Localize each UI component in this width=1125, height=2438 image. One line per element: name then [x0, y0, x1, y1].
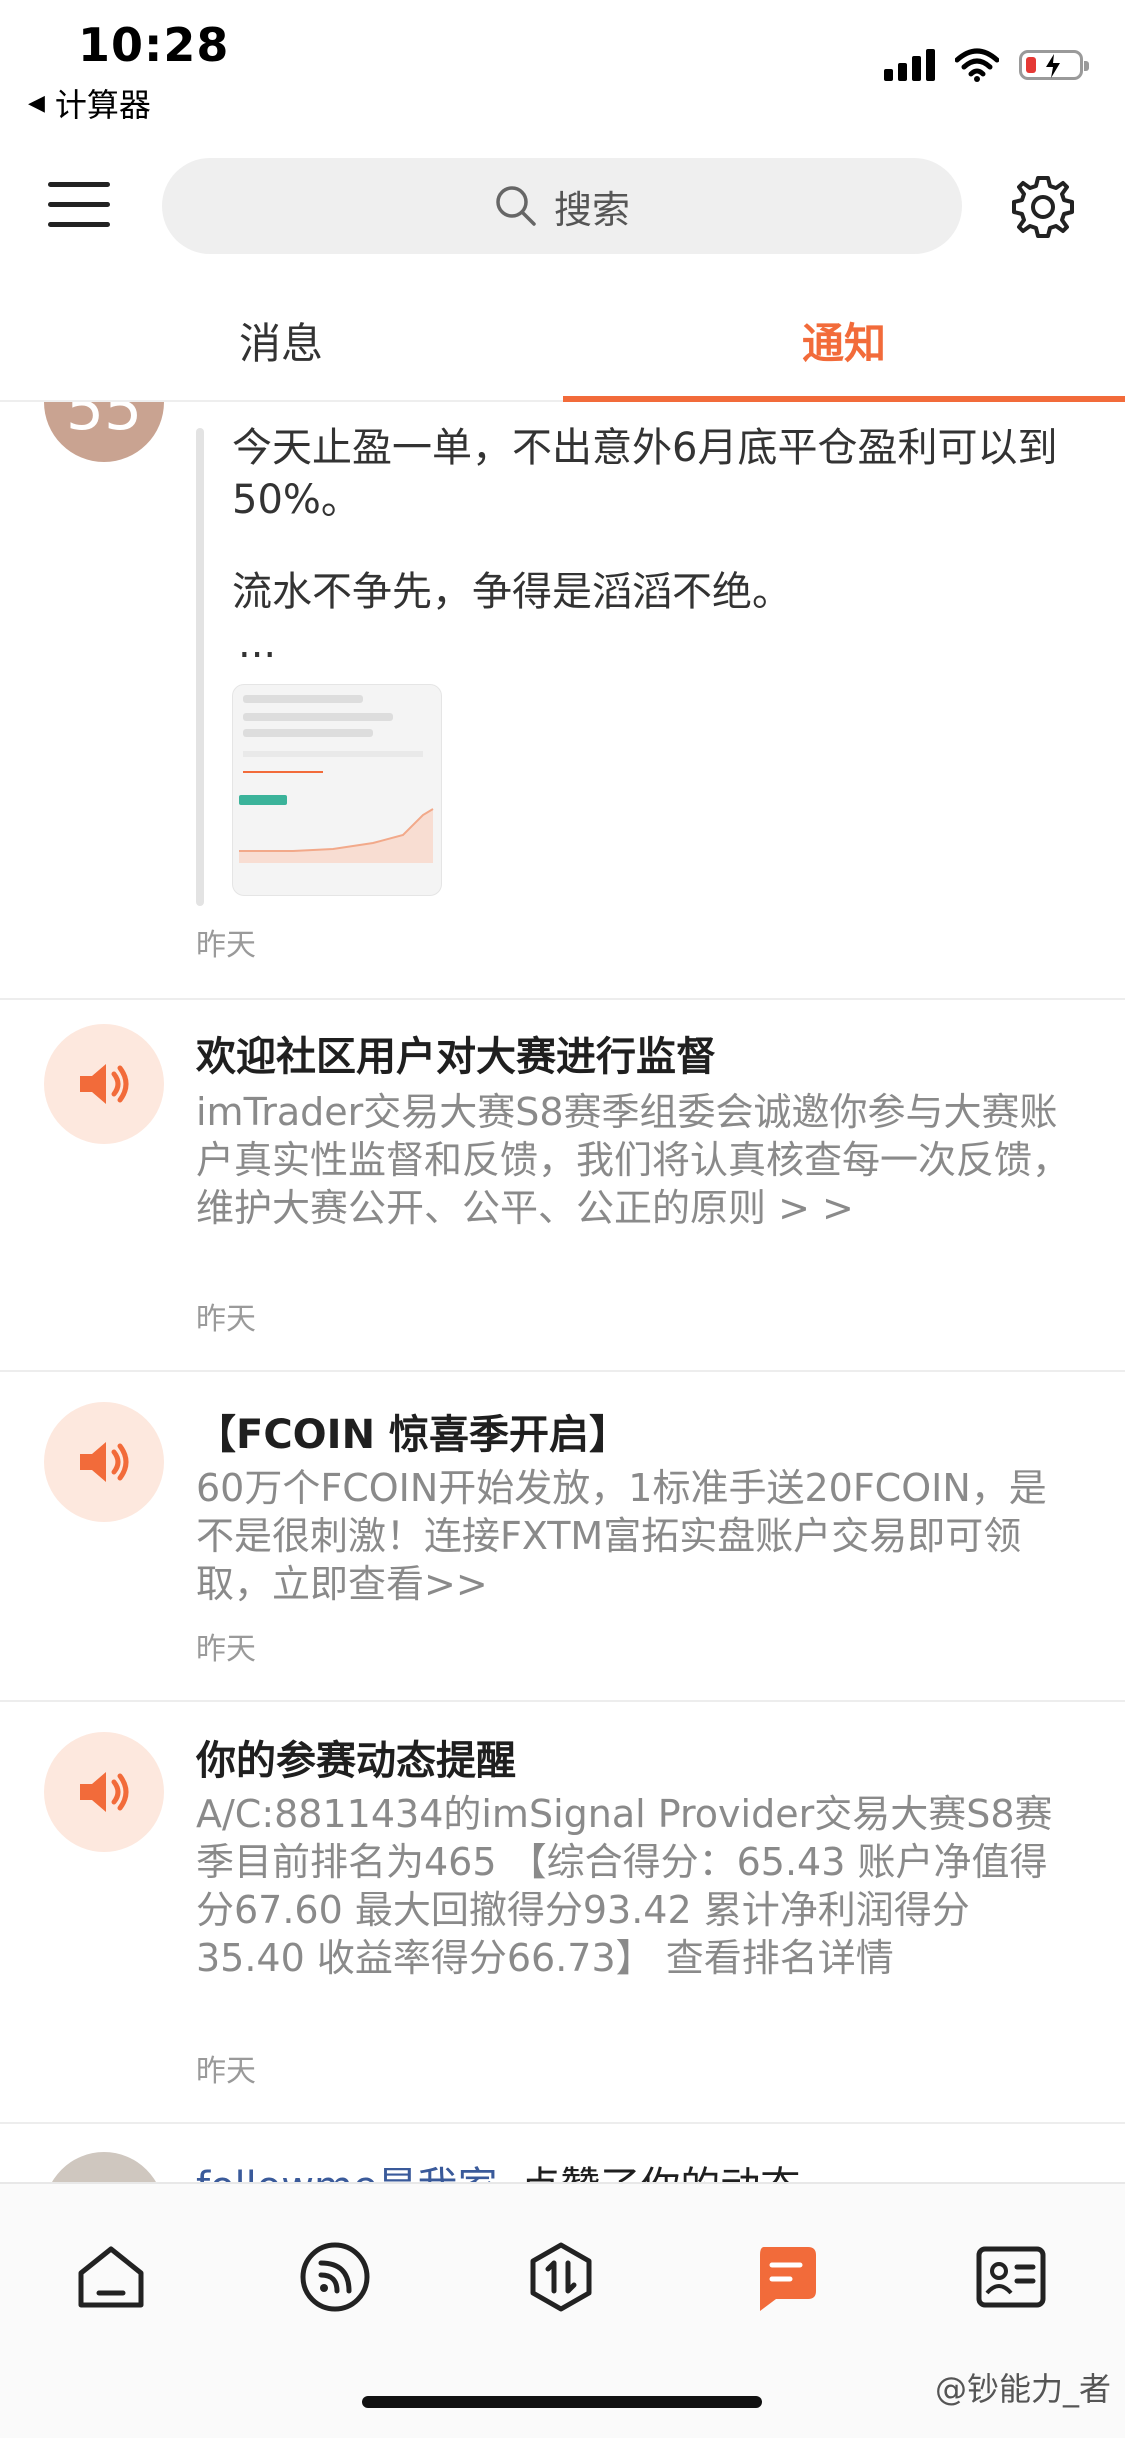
battery-icon: [1019, 50, 1089, 80]
item-body: A/C:8811434的imSignal Provider交易大赛S8赛季目前排…: [196, 1792, 1053, 1980]
trade-icon: [530, 2242, 592, 2312]
avatar[interactable]: [44, 2152, 164, 2182]
item-title: 你的参赛动态提醒: [196, 1738, 516, 1784]
list-item[interactable]: 55 今天止盈一单，不出意外6月底平仓盈利可以到50%。 流水不争先，争得是滔滔…: [0, 402, 1125, 1000]
item-title: 【FCOIN 惊喜季开启】: [196, 1412, 629, 1458]
bottom-navigation: @钞能力_者: [0, 2182, 1125, 2438]
tab-notifications[interactable]: 通知: [563, 310, 1125, 371]
announcement-avatar: [44, 1732, 164, 1852]
item-time: 昨天: [196, 928, 256, 963]
search-icon: [496, 186, 536, 226]
item-title: followme是我家 点赞了你的动态: [196, 2154, 800, 2182]
profile-card-icon: [976, 2246, 1046, 2308]
gear-icon: [1012, 176, 1074, 238]
status-bar: 10:28 ◀ 计算器: [0, 0, 1125, 140]
search-placeholder: 搜索: [553, 187, 630, 232]
tab-bar: 消息 通知: [0, 290, 1125, 402]
nav-profile-button[interactable]: [966, 2232, 1056, 2322]
nav-trade-button[interactable]: [516, 2232, 606, 2322]
list-item[interactable]: 欢迎社区用户对大赛进行监督 imTrader交易大赛S8赛季组委会诚邀你参与大赛…: [0, 1000, 1125, 1372]
quote-line-1: 今天止盈一单，不出意外6月底平仓盈利可以到50%。: [232, 425, 1058, 523]
item-time: 昨天: [196, 1632, 256, 1667]
back-to-app-button[interactable]: ◀ 计算器: [28, 80, 151, 126]
quote-line-2: 流水不争先，争得是滔滔不绝。: [232, 569, 792, 615]
feed-icon: [300, 2242, 370, 2312]
list-item[interactable]: 【FCOIN 惊喜季开启】 60万个FCOIN开始发放，1标准手送20FCOIN…: [0, 1372, 1125, 1702]
wifi-icon: [955, 48, 999, 82]
nav-feed-button[interactable]: [290, 2232, 380, 2322]
speaker-icon: [80, 1772, 129, 1812]
item-title: 欢迎社区用户对大赛进行监督: [196, 1034, 716, 1080]
list-item[interactable]: 你的参赛动态提醒 A/C:8811434的imSignal Provider交易…: [0, 1702, 1125, 2124]
item-time: 昨天: [196, 1302, 256, 1337]
user-link[interactable]: followme是我家: [196, 2164, 498, 2182]
nav-home-button[interactable]: [66, 2232, 156, 2322]
nav-messages-button[interactable]: [741, 2232, 831, 2322]
tab-messages[interactable]: 消息: [0, 310, 562, 371]
home-indicator[interactable]: [362, 2396, 762, 2408]
back-app-label: 计算器: [54, 86, 151, 124]
action-text: 点赞了你的动态: [520, 2164, 800, 2182]
item-body: 60万个FCOIN开始发放，1标准手送20FCOIN，是不是很刺激！连接FXTM…: [196, 1466, 1047, 1606]
notification-list[interactable]: 55 今天止盈一单，不出意外6月底平仓盈利可以到50%。 流水不争先，争得是滔滔…: [0, 402, 1125, 2182]
item-body: imTrader交易大赛S8赛季组委会诚邀你参与大赛账户真实性监督和反馈，我们将…: [196, 1090, 1071, 1230]
post-image-thumbnail[interactable]: [232, 684, 442, 896]
item-time: 昨天: [196, 2054, 256, 2089]
back-triangle-icon: ◀: [28, 90, 45, 116]
quote-bar: [196, 428, 204, 906]
watermark: @钞能力_者: [934, 2370, 1111, 2408]
announcement-avatar: [44, 1024, 164, 1144]
status-icons: [884, 48, 1089, 82]
avatar[interactable]: 55: [44, 402, 164, 462]
speaker-icon: [80, 1064, 129, 1104]
menu-button[interactable]: [48, 176, 112, 234]
message-icon: [760, 2247, 816, 2311]
avatar-text: 55: [65, 402, 143, 444]
home-icon: [78, 2246, 144, 2308]
quote-text: 今天止盈一单，不出意外6月底平仓盈利可以到50%。 流水不争先，争得是滔滔不绝。…: [232, 422, 1092, 670]
announcement-avatar: [44, 1402, 164, 1522]
status-time: 10:28: [78, 18, 230, 72]
quote-ellipsis: ...: [238, 621, 277, 667]
app-header: 搜索: [0, 150, 1125, 270]
cellular-signal-icon: [884, 49, 935, 81]
settings-button[interactable]: [1008, 172, 1078, 242]
search-input[interactable]: 搜索: [162, 158, 962, 254]
speaker-icon: [80, 1442, 129, 1482]
list-item[interactable]: followme是我家 点赞了你的动态: [0, 2124, 1125, 2182]
